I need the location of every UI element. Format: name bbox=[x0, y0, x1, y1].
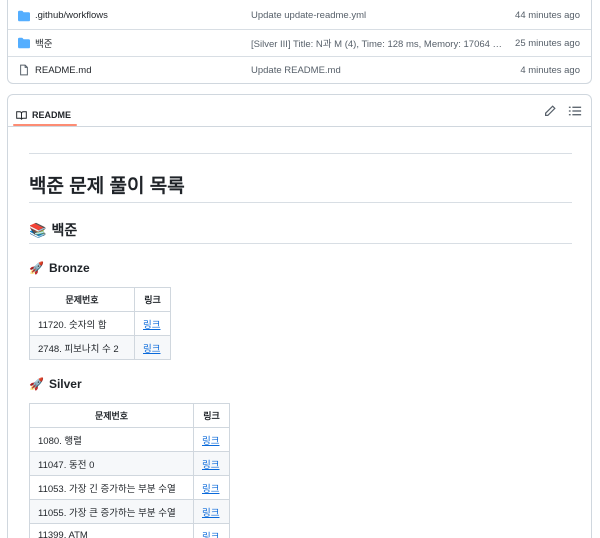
pencil-icon[interactable] bbox=[543, 104, 557, 118]
file-name[interactable]: README.md bbox=[35, 65, 91, 76]
page-title: 백준 문제 풀이 목록 bbox=[29, 176, 185, 197]
commit-message[interactable]: [Silver III] Title: N과 M (4), Time: 128 … bbox=[251, 36, 502, 50]
bronze-heading: 🚀 Bronze bbox=[29, 261, 90, 275]
column-header: 문제번호 bbox=[29, 403, 194, 428]
column-header: 링크 bbox=[134, 287, 171, 312]
problem-cell: 11720. 숫자의 합 bbox=[29, 311, 135, 336]
problem-cell: 11055. 가장 큰 증가하는 부분 수열 bbox=[29, 499, 194, 524]
problem-cell: 11053. 가장 긴 증가하는 부분 수열 bbox=[29, 475, 194, 500]
divider bbox=[29, 153, 572, 154]
file-row[interactable]: 백준 [Silver III] Title: N과 M (4), Time: 1… bbox=[8, 29, 591, 56]
bronze-table: 문제번호 링크 11720. 숫자의 합 링크 2748. 피보나치 수 2 링… bbox=[29, 287, 171, 360]
readme-header: README bbox=[8, 95, 591, 127]
book-icon bbox=[16, 110, 27, 120]
rocket-icon: 🚀 bbox=[29, 261, 44, 275]
file-name[interactable]: .github/workflows bbox=[35, 10, 108, 21]
commit-message[interactable]: Update update-readme.yml bbox=[251, 10, 366, 21]
problem-cell: 11047. 동전 0 bbox=[29, 451, 194, 476]
table-row: 1080. 행렬 링크 bbox=[29, 427, 230, 452]
table-row: 11053. 가장 긴 증가하는 부분 수열 링크 bbox=[29, 475, 230, 500]
commit-time: 44 minutes ago bbox=[515, 10, 580, 21]
link-cell: 링크 bbox=[193, 475, 230, 500]
section-heading: 📚 백준 bbox=[29, 220, 77, 240]
rocket-icon: 🚀 bbox=[29, 377, 44, 391]
divider bbox=[29, 243, 572, 244]
file-name[interactable]: 백준 bbox=[35, 36, 52, 50]
commit-time: 4 minutes ago bbox=[520, 64, 580, 76]
silver-label: Silver bbox=[48, 377, 82, 391]
divider bbox=[29, 202, 572, 203]
table-row: 11047. 동전 0 링크 bbox=[29, 451, 230, 476]
problem-cell: 1080. 행렬 bbox=[29, 427, 194, 452]
column-header: 문제번호 bbox=[29, 287, 135, 312]
silver-table: 문제번호 링크 1080. 행렬 링크 11047. 동전 0 링크 11053… bbox=[29, 403, 230, 538]
table-row: 11720. 숫자의 합 링크 bbox=[29, 311, 171, 336]
problem-cell: 2748. 피보나치 수 2 bbox=[29, 335, 135, 360]
file-icon bbox=[20, 64, 28, 76]
problem-link[interactable]: 링크 bbox=[143, 344, 160, 355]
table-row: 11399. ATM 링크 bbox=[29, 523, 230, 538]
problem-link[interactable]: 링크 bbox=[202, 436, 219, 447]
list-icon[interactable] bbox=[568, 104, 582, 118]
problem-link[interactable]: 링크 bbox=[202, 508, 219, 519]
readme-panel: README 백준 문제 풀이 목록 📚 백준 🚀 Bronze 문제번호 링크… bbox=[7, 94, 592, 538]
file-row[interactable]: .github/workflows Update update-readme.y… bbox=[8, 2, 591, 29]
link-cell: 링크 bbox=[193, 499, 230, 524]
commit-time: 25 minutes ago bbox=[515, 37, 580, 49]
problem-link[interactable]: 링크 bbox=[202, 460, 219, 471]
problem-cell: 11399. ATM bbox=[29, 523, 194, 538]
table-row: 2748. 피보나치 수 2 링크 bbox=[29, 335, 171, 360]
books-icon: 📚 bbox=[29, 221, 47, 238]
silver-heading: 🚀 Silver bbox=[29, 377, 82, 391]
table-header-row: 문제번호 링크 bbox=[29, 403, 230, 428]
file-row[interactable]: README.md Update README.md 4 minutes ago bbox=[8, 56, 591, 83]
link-cell: 링크 bbox=[134, 311, 171, 336]
table-row: 11055. 가장 큰 증가하는 부분 수열 링크 bbox=[29, 499, 230, 524]
tab-underline bbox=[13, 124, 77, 126]
folder-icon bbox=[18, 10, 30, 21]
problem-link[interactable]: 링크 bbox=[202, 484, 219, 495]
bronze-label: Bronze bbox=[48, 261, 90, 275]
folder-icon bbox=[18, 37, 30, 49]
commit-message[interactable]: Update README.md bbox=[251, 65, 341, 76]
link-cell: 링크 bbox=[193, 427, 230, 452]
link-cell: 링크 bbox=[134, 335, 171, 360]
problem-link[interactable]: 링크 bbox=[202, 532, 219, 538]
problem-link[interactable]: 링크 bbox=[143, 320, 160, 331]
section-label: 백준 bbox=[51, 222, 78, 238]
column-header: 링크 bbox=[193, 403, 230, 428]
readme-tab-label: README bbox=[32, 110, 72, 120]
table-header-row: 문제번호 링크 bbox=[29, 287, 171, 312]
link-cell: 링크 bbox=[193, 523, 230, 538]
link-cell: 링크 bbox=[193, 451, 230, 476]
file-list: .github/workflows Update update-readme.y… bbox=[7, 0, 592, 84]
